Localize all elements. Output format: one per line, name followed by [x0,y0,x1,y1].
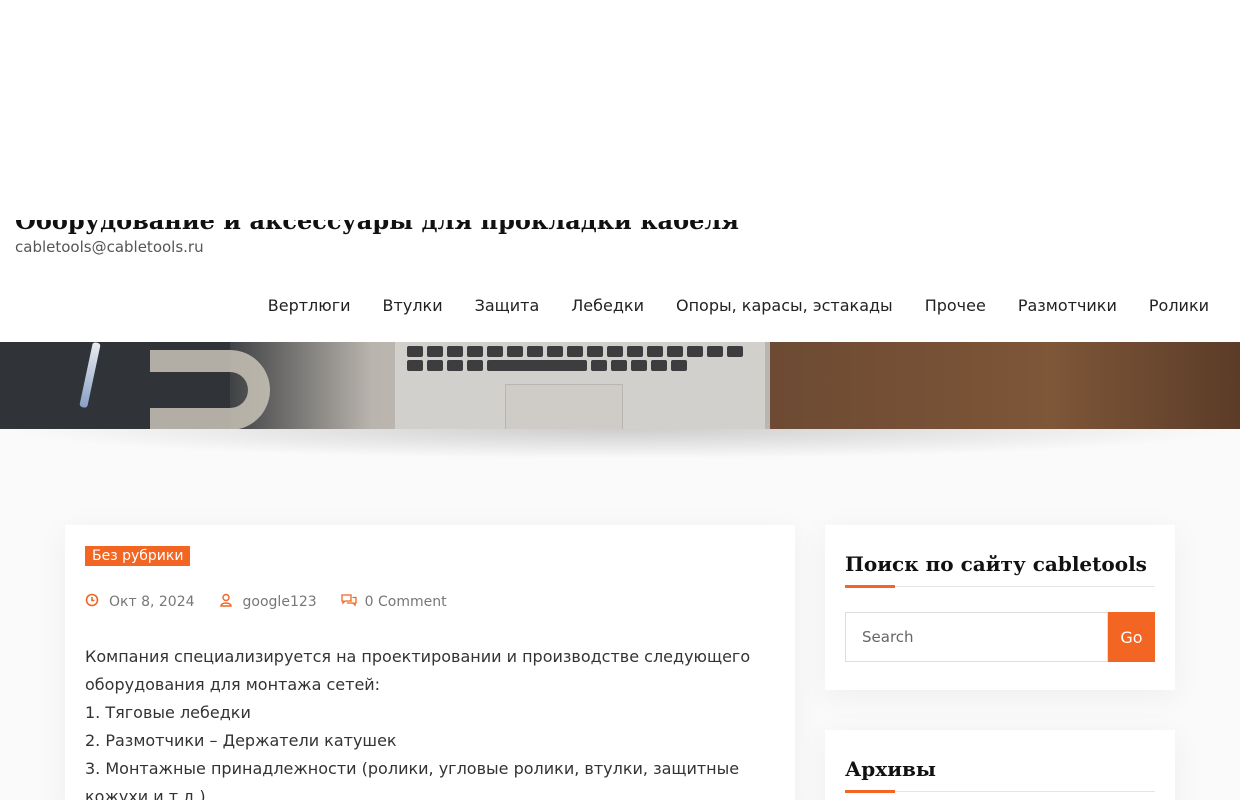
nav-item-vtulki[interactable]: Втулки [383,296,443,315]
post-author[interactable]: google123 [219,593,317,611]
photo-keyboard-row [407,346,743,357]
post-author-text: google123 [242,594,317,610]
nav-item-opory[interactable]: Опоры, карасы, эстакады [676,296,893,315]
photo-wood-table [770,342,1240,429]
photo-letter-shape [150,350,270,429]
nav-item-prochee[interactable]: Прочее [925,296,986,315]
header-shadow [0,429,1240,459]
comments-icon [341,593,357,611]
category-badge[interactable]: Без рубрики [85,546,191,566]
hero-header: Оборудование и аксессуары для прокладки … [0,0,1240,429]
archive-widget-title: Архивы [845,757,1155,793]
main-navigation: Вертлюги Втулки Защита Лебедки Опоры, ка… [268,296,1209,315]
post-date-text: Окт 8, 2024 [109,594,195,610]
user-icon [219,593,233,611]
photo-trackpad [505,384,623,429]
search-widget: Поиск по сайту cabletools Go [825,525,1175,690]
search-button[interactable]: Go [1108,612,1155,662]
nav-item-lebedki[interactable]: Лебедки [571,296,644,315]
post-comments[interactable]: 0 Comment [341,593,447,611]
search-form: Go [845,612,1155,662]
search-widget-title: Поиск по сайту cabletools [845,552,1155,588]
header-background-photo [0,341,1240,429]
post-paragraph: 3. Монтажные принадлежности (ролики, угл… [85,759,740,800]
photo-keyboard-row [407,360,687,371]
post-card: Без рубрики Окт 8, 2024 google123 0 Comm… [65,525,795,800]
post-paragraph: 2. Размотчики – Держатели катушек [85,731,397,750]
post-comments-text: 0 Comment [364,594,447,610]
clock-icon [85,593,99,611]
nav-item-roliki[interactable]: Ролики [1149,296,1209,315]
nav-item-vertlyugi[interactable]: Вертлюги [268,296,351,315]
site-title[interactable]: Оборудование и аксессуары для прокладки … [15,220,739,235]
nav-item-zashchita[interactable]: Защита [475,296,540,315]
site-email: cabletools@cabletools.ru [15,238,204,256]
post-paragraph: Компания специализируется на проектирова… [85,647,751,694]
nav-item-razmotchiki[interactable]: Размотчики [1018,296,1117,315]
post-paragraph: 1. Тяговые лебедки [85,703,251,722]
search-input[interactable] [845,612,1108,662]
post-meta: Окт 8, 2024 google123 0 Comment [85,593,447,611]
archive-widget: Архивы [825,730,1175,800]
post-date[interactable]: Окт 8, 2024 [85,593,195,611]
photo-laptop [395,342,765,429]
post-content: Компания специализируется на проектирова… [85,643,775,800]
